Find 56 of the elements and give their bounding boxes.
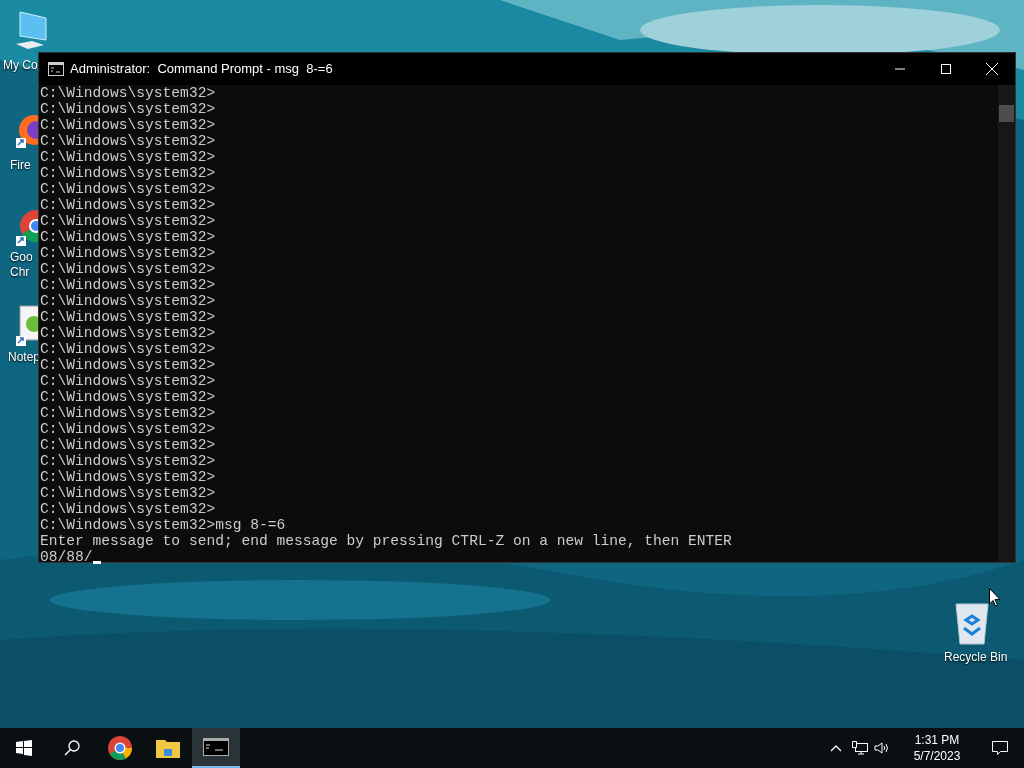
console-line: C:\Windows\system32> bbox=[40, 357, 216, 373]
console-line: C:\Windows\system32> bbox=[40, 101, 216, 117]
chrome-icon bbox=[108, 736, 132, 760]
console-icon bbox=[48, 62, 64, 76]
speaker-icon[interactable] bbox=[874, 741, 890, 755]
console-line: C:\Windows\system32> bbox=[40, 165, 216, 181]
console-line: C:\Windows\system32> bbox=[40, 389, 216, 405]
search-icon bbox=[64, 740, 80, 756]
folder-icon bbox=[156, 738, 180, 758]
console-line: C:\Windows\system32> bbox=[40, 325, 216, 341]
console-line: Enter message to send; end message by pressing CTRL-Z on a new line, then ENTER bbox=[40, 533, 732, 549]
windows-logo-icon bbox=[16, 740, 32, 756]
chevron-up-icon[interactable] bbox=[830, 744, 842, 752]
window-title: Administrator: Command Prompt - msg 8-=6 bbox=[70, 60, 333, 79]
console-line: C:\Windows\system32> bbox=[40, 245, 216, 261]
desktop-icon-label[interactable]: Recycle Bin bbox=[944, 650, 1008, 665]
console-line: C:\Windows\system32> bbox=[40, 453, 216, 469]
network-icon[interactable] bbox=[852, 741, 868, 755]
console-line: C:\Windows\system32> bbox=[40, 213, 216, 229]
maximize-icon bbox=[941, 64, 951, 74]
clock-date[interactable]: 5/7/2023 bbox=[913, 748, 961, 764]
scrollbar[interactable] bbox=[998, 85, 1015, 562]
recycle-bin-icon bbox=[952, 600, 992, 646]
taskbar-button[interactable] bbox=[192, 728, 240, 768]
clock-time[interactable]: 1:31 PM bbox=[914, 732, 960, 748]
text-cursor bbox=[92, 561, 101, 564]
console-line: C:\Windows\system32> bbox=[40, 437, 216, 453]
console-line: C:\Windows\system32> bbox=[40, 293, 216, 309]
console-line: C:\Windows\system32> bbox=[40, 421, 216, 437]
notification-icon[interactable] bbox=[992, 740, 1008, 756]
desktop-icon-label[interactable]: Goo Chr bbox=[10, 250, 33, 280]
console-line: C:\Windows\system32> bbox=[40, 197, 216, 213]
console-line: C:\Windows\system32> bbox=[40, 277, 216, 293]
console-line: C:\Windows\system32> bbox=[40, 229, 216, 245]
desktop-icon-label[interactable]: My Co bbox=[3, 58, 38, 73]
console-line: C:\Windows\system32> bbox=[40, 85, 216, 101]
console-input[interactable]: 08/88/ bbox=[40, 549, 93, 565]
console-line: C:\Windows\system32> bbox=[40, 181, 216, 197]
console-line: C:\Windows\system32> bbox=[40, 405, 216, 421]
desktop-icon-label[interactable]: Fire bbox=[10, 158, 31, 173]
console-line: C:\Windows\system32> bbox=[40, 261, 216, 277]
close-icon bbox=[986, 63, 998, 75]
console-line: C:\Windows\system32> bbox=[40, 501, 216, 517]
console-line: C:\Windows\system32> bbox=[40, 341, 216, 357]
computer-icon bbox=[14, 10, 48, 52]
console-icon bbox=[203, 738, 229, 756]
console-line: C:\Windows\system32> bbox=[40, 469, 216, 485]
scrollbar-thumb[interactable] bbox=[999, 105, 1014, 122]
console-line: C:\Windows\system32> bbox=[40, 373, 216, 389]
console-line: C:\Windows\system32> bbox=[40, 149, 216, 165]
console-line: C:\Windows\system32>msg 8-=6 bbox=[40, 517, 286, 533]
console-line: C:\Windows\system32> bbox=[40, 485, 216, 501]
console-line: C:\Windows\system32> bbox=[40, 133, 216, 149]
mouse-pointer-icon bbox=[989, 588, 1001, 607]
console-line: C:\Windows\system32> bbox=[40, 309, 216, 325]
console-line: C:\Windows\system32> bbox=[40, 117, 216, 133]
